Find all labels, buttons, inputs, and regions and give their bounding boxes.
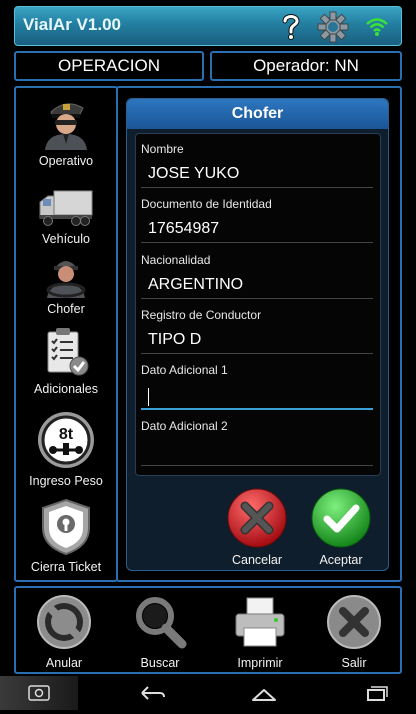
salir-button[interactable]: Salir: [314, 594, 394, 670]
documento-field[interactable]: 17654987: [141, 215, 373, 243]
prohibited-icon: [37, 595, 91, 649]
form-title: Chofer: [127, 99, 388, 129]
cancel-label: Cancelar: [231, 553, 283, 567]
home-icon[interactable]: [250, 684, 278, 704]
menu-item-label: Adicionales: [34, 382, 98, 396]
nacionalidad-field[interactable]: ARGENTINO: [141, 271, 373, 299]
back-icon[interactable]: [138, 683, 166, 703]
bottom-toolbar: Anular Buscar Imprimir Salir: [14, 586, 402, 674]
menu-item-label: Cierra Ticket: [30, 560, 102, 574]
police-officer-icon: [45, 103, 87, 150]
field-label-documento: Documento de Identidad: [141, 197, 272, 211]
imprimir-label: Imprimir: [237, 656, 283, 670]
nombre-field[interactable]: JOSE YUKO: [141, 160, 373, 188]
app-title: VialAr V1.00: [23, 15, 121, 34]
buscar-label: Buscar: [140, 656, 180, 670]
accept-label: Aceptar: [319, 553, 363, 567]
registro-field[interactable]: TIPO D: [141, 326, 373, 354]
magnifier-icon: [136, 597, 187, 649]
operation-label: OPERACION: [14, 51, 204, 81]
menu-item-label: Operativo: [38, 154, 94, 168]
menu-item-label: Chofer: [47, 302, 85, 316]
field-label-nacionalidad: Nacionalidad: [141, 253, 211, 267]
exit-x-icon: [327, 595, 381, 649]
menu-item-vehiculo[interactable]: Vehículo: [16, 188, 116, 246]
dato-adicional-1-field[interactable]: [141, 382, 373, 410]
imprimir-button[interactable]: Imprimir: [220, 594, 300, 670]
form-fields: Nombre JOSE YUKO Documento de Identidad …: [135, 133, 381, 476]
weight-8t-icon: 8t: [38, 412, 94, 468]
gear-icon[interactable]: [317, 11, 349, 43]
menu-item-label: Vehículo: [42, 232, 90, 246]
weight-badge: 8t: [59, 426, 74, 443]
menu-item-adicionales[interactable]: Adicionales: [16, 326, 116, 396]
cancel-button[interactable]: Cancelar: [217, 487, 297, 567]
truck-icon: [39, 190, 93, 226]
menu-item-cierra-ticket[interactable]: Cierra Ticket: [16, 498, 116, 574]
anular-button[interactable]: Anular: [24, 594, 104, 670]
operator-label: Operador: NN: [210, 51, 402, 81]
field-label-dato-adicional-1: Dato Adicional 1: [141, 363, 228, 377]
menu-item-operativo[interactable]: Operativo: [16, 96, 116, 168]
menu-item-label: Ingreso Peso: [29, 474, 103, 488]
chofer-form: Chofer Nombre JOSE YUKO Documento de Ide…: [126, 98, 389, 571]
title-bar: VialAr V1.00: [14, 6, 402, 46]
buscar-button[interactable]: Buscar: [120, 594, 200, 670]
checklist-icon: [47, 328, 89, 376]
anular-label: Anular: [45, 656, 83, 670]
system-nav-bar: [0, 676, 416, 710]
help-icon[interactable]: [277, 10, 305, 42]
field-label-dato-adicional-2: Dato Adicional 2: [141, 419, 228, 433]
screenshot-icon[interactable]: [0, 676, 78, 710]
cancel-x-icon: [227, 488, 287, 548]
text-caret: [148, 388, 149, 406]
side-menu: Operativo Vehículo Chofer Adicionales 8t…: [14, 86, 118, 582]
keyhole-shield-icon: [42, 498, 90, 556]
accept-button[interactable]: Aceptar: [301, 487, 381, 567]
menu-item-ingreso-peso[interactable]: 8t Ingreso Peso: [16, 410, 116, 488]
dato-adicional-2-field[interactable]: [141, 438, 373, 466]
driver-icon: [46, 261, 86, 298]
accept-check-icon: [311, 488, 371, 548]
menu-item-chofer[interactable]: Chofer: [16, 254, 116, 316]
recent-apps-icon[interactable]: [362, 684, 390, 704]
printer-icon: [235, 597, 285, 647]
field-label-nombre: Nombre: [141, 142, 184, 156]
field-label-registro: Registro de Conductor: [141, 308, 262, 322]
wifi-icon: [365, 16, 389, 38]
salir-label: Salir: [341, 656, 367, 670]
